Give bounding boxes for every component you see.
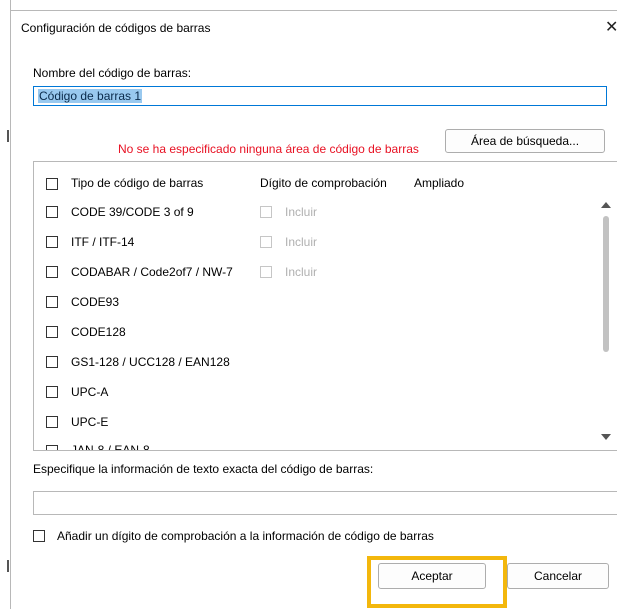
scroll-down-icon[interactable] — [601, 434, 611, 440]
cancel-button[interactable]: Cancelar — [507, 563, 609, 589]
exact-text-label: Especifique la información de texto exac… — [33, 462, 374, 476]
vertical-scrollbar[interactable] — [599, 202, 611, 444]
barcode-name-input[interactable]: Código de barras 1 — [33, 86, 607, 106]
row-checkbox[interactable] — [46, 416, 58, 428]
add-check-digit-checkbox[interactable] — [33, 530, 45, 542]
row-label: GS1-128 / UCC128 / EAN128 — [71, 355, 230, 369]
barcode-settings-dialog: Configuración de códigos de barras ✕ Nom… — [11, 10, 617, 610]
include-label: Incluir — [285, 205, 318, 219]
row-checkbox[interactable] — [46, 266, 58, 278]
check-digit-checkbox — [260, 266, 272, 278]
select-all-checkbox[interactable] — [46, 178, 58, 190]
dialog-title: Configuración de códigos de barras — [21, 21, 211, 35]
row-label: UPC-A — [71, 385, 109, 399]
row-checkbox[interactable] — [46, 386, 58, 398]
column-header-extended: Ampliado — [414, 176, 465, 190]
row-checkbox[interactable] — [46, 326, 58, 338]
row-label: UPC-E — [71, 415, 109, 429]
exact-text-input[interactable] — [33, 491, 617, 515]
column-header-check-digit: Dígito de comprobación — [260, 176, 387, 190]
row-label: CODE 39/CODE 3 of 9 — [71, 205, 194, 219]
row-label: ITF / ITF-14 — [71, 235, 135, 249]
row-checkbox[interactable] — [46, 206, 58, 218]
row-checkbox[interactable] — [46, 356, 58, 368]
barcode-type-table: Tipo de código de barras Dígito de compr… — [33, 161, 617, 451]
accept-button[interactable]: Aceptar — [378, 563, 486, 589]
row-checkbox[interactable] — [46, 445, 58, 450]
column-header-type: Tipo de código de barras — [71, 176, 204, 190]
add-check-digit-label: Añadir un dígito de comprobación a la in… — [57, 529, 434, 543]
no-area-warning: No se ha especificado ninguna área de có… — [118, 142, 419, 156]
row-label: CODE93 — [71, 295, 120, 309]
background-tick — [7, 560, 9, 572]
search-area-button[interactable]: Área de búsqueda... — [445, 129, 605, 153]
scroll-thumb[interactable] — [603, 216, 609, 352]
row-checkbox[interactable] — [46, 236, 58, 248]
include-label: Incluir — [285, 265, 318, 279]
row-label: CODE128 — [71, 325, 126, 339]
check-digit-checkbox — [260, 236, 272, 248]
row-label: CODABAR / Code2of7 / NW-7 — [71, 265, 233, 279]
background-tick — [7, 130, 9, 142]
barcode-name-value: Código de barras 1 — [38, 89, 143, 103]
close-icon[interactable]: ✕ — [605, 17, 617, 37]
include-label: Incluir — [285, 235, 318, 249]
barcode-name-label: Nombre del código de barras: — [33, 66, 192, 80]
check-digit-checkbox — [260, 206, 272, 218]
row-label: JAN-8 / EAN-8 — [71, 443, 150, 451]
row-checkbox[interactable] — [46, 296, 58, 308]
background-window-edge — [0, 0, 11, 609]
scroll-up-icon[interactable] — [601, 202, 611, 208]
